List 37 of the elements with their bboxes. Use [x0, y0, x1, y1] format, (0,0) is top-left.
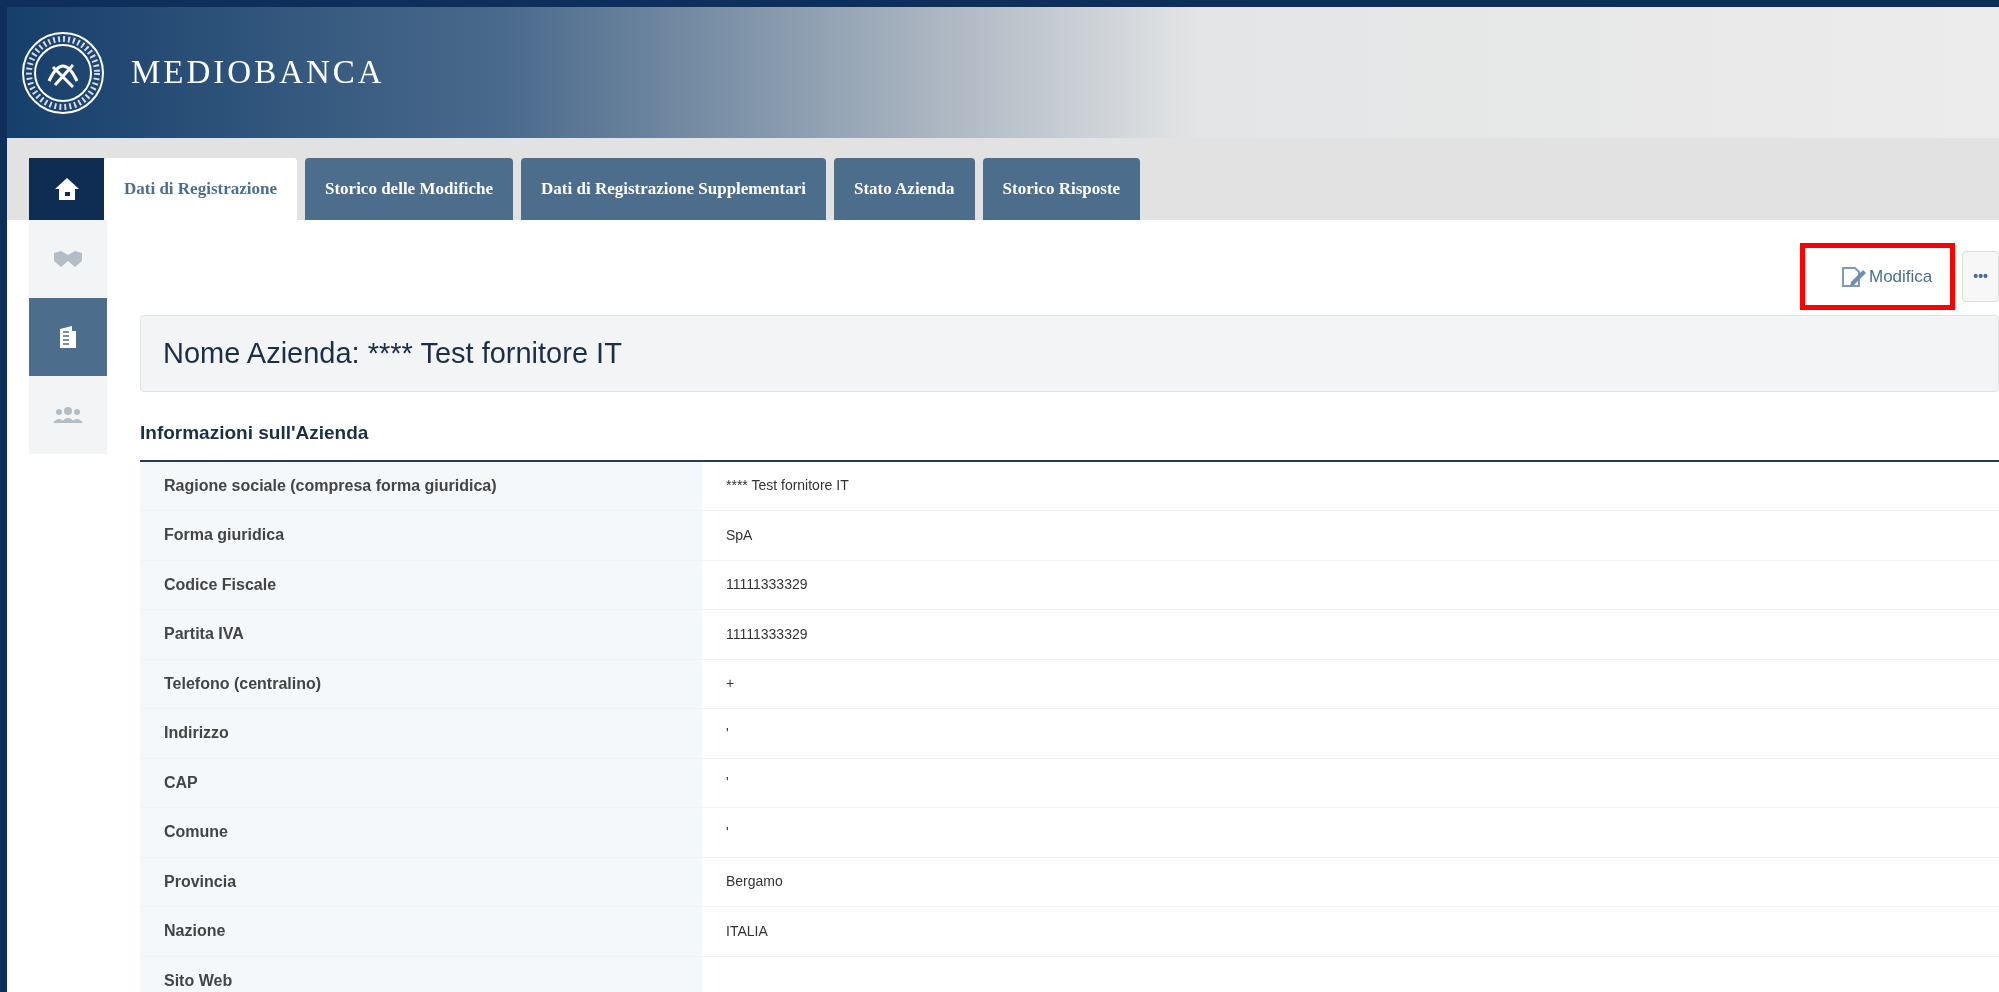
page-title: Nome Azienda: **** Test fornitore IT — [163, 335, 622, 371]
field-label: Telefono (centralino) — [140, 659, 702, 708]
field-label: Forma giuridica — [140, 511, 702, 560]
edit-button[interactable]: Modifica — [1804, 247, 1951, 306]
field-label: Codice Fiscale — [140, 560, 702, 609]
field-value: + — [725, 674, 735, 694]
brand-name: MEDIOBANCA — [131, 52, 385, 92]
field-value: ITALIA — [725, 921, 768, 941]
field-label: Comune — [140, 808, 702, 857]
field-value: ' — [725, 822, 729, 842]
people-icon — [52, 406, 84, 424]
field-value: 11111333329 — [725, 624, 808, 644]
field-value: **** Test fornitore IT — [725, 476, 849, 496]
sidebar-item[interactable] — [29, 298, 107, 376]
field-label: Ragione sociale (compresa forma giuridica) — [140, 461, 702, 510]
tab[interactable]: Dati di Registrazione — [104, 158, 297, 220]
field-label: Indirizzo — [140, 709, 702, 758]
field-label: Partita IVA — [140, 610, 702, 659]
tab[interactable]: Storico delle Modifiche — [305, 158, 514, 220]
tab[interactable]: Stato Azienda — [833, 158, 975, 220]
field-label: Provincia — [140, 857, 702, 906]
tab[interactable]: Storico Risposte — [982, 158, 1141, 220]
home-tab[interactable] — [29, 158, 104, 220]
field-label: Sito Web — [140, 956, 702, 992]
field-value: SpA — [725, 525, 753, 545]
field-value: Bergamo — [725, 872, 783, 892]
field-label: Nazione — [140, 907, 702, 956]
tab[interactable]: Dati di Registrazione Supplementari — [521, 158, 826, 220]
field-value: ' — [725, 773, 729, 793]
edit-icon — [1840, 265, 1867, 288]
field-label: CAP — [140, 758, 702, 807]
field-value: 11111333329 — [725, 575, 808, 595]
building-icon — [58, 325, 78, 349]
home-icon — [53, 177, 80, 201]
field-value: ' — [725, 723, 729, 743]
handshake-icon — [53, 249, 83, 269]
more-button[interactable]: ••• — [1962, 251, 1999, 302]
